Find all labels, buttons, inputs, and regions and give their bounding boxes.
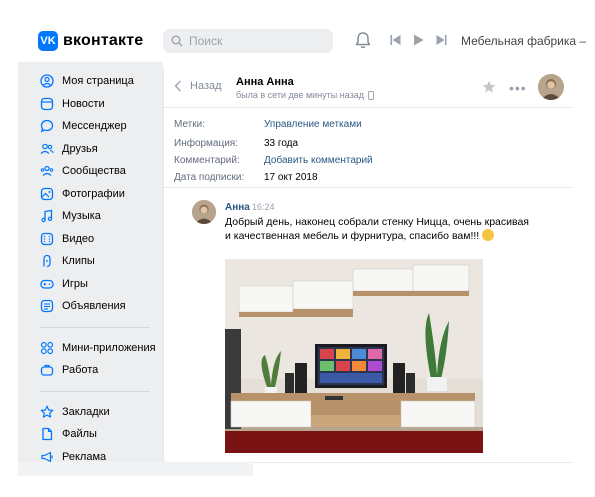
sidebar-item-clips[interactable]: Клипы [18,250,163,273]
message-author[interactable]: Анна [225,202,250,213]
sidebar-item-photos[interactable]: Фотографии [18,183,163,206]
play-icon[interactable] [413,34,424,46]
left-sidebar: Моя страница Новости Мессенджер Друзья С… [18,62,163,463]
back-label: Назад [190,80,222,92]
classifieds-icon [40,300,54,313]
sidebar-item-label: Фотографии [62,187,125,200]
info-row-comment: Комментарий: Добавить комментарий [174,152,573,169]
sidebar-item-bookmarks[interactable]: Закладки [18,401,163,424]
sidebar-item-label: Музыка [62,210,101,223]
sidebar-item-mini-apps[interactable]: Мини-приложения [18,337,163,360]
sidebar-item-work[interactable]: Работа [18,359,163,382]
sidebar-item-label: Реклама [62,450,107,463]
sidebar-item-label: Объявления [62,300,126,313]
more-options-icon[interactable]: ••• [509,80,527,96]
info-value: 33 года [264,138,299,149]
sidebar-item-label: Мессенджер [62,120,127,133]
chat-bubble-icon [40,120,54,133]
info-key: Метки: [174,118,205,130]
favorite-star-icon[interactable] [482,80,496,94]
peer-status: была в сети две минуты назад [236,90,374,100]
sidebar-item-label: Файлы [62,428,97,441]
star-icon [40,405,54,418]
vk-logo-text: вконтакте [63,32,144,49]
sidebar-item-label: Мини-приложения [62,341,156,354]
add-comment-link[interactable]: Добавить комментарий [264,155,373,166]
chat-header: Назад Анна Анна была в сети две минуты н… [164,68,573,108]
sidebar-item-label: Работа [62,364,99,377]
smile-emoji-icon [482,229,495,241]
sidebar-item-label: Моя страница [62,75,134,88]
photo-icon [40,187,54,200]
top-header: VK вконтакте Мебельная фабрика – [0,0,595,62]
communities-icon [40,166,54,177]
back-button[interactable]: Назад [174,80,222,92]
sidebar-item-video[interactable]: Видео [18,228,163,251]
sidebar-item-games[interactable]: Игры [18,273,163,296]
video-icon [40,232,54,245]
vk-logo[interactable]: VK вконтакте [38,31,143,51]
info-row-tags: Метки: Управление метками [174,113,573,135]
sidebar-item-communities[interactable]: Сообщества [18,160,163,183]
peer-name[interactable]: Анна Анна [236,76,294,88]
notifications-bell-icon[interactable] [354,31,372,51]
sidebar-item-label: Друзья [62,142,98,155]
friends-icon [40,143,54,154]
search-icon [171,35,183,47]
music-note-icon [41,209,53,223]
info-key: Дата подписки: [174,172,245,183]
user-circle-icon [40,74,54,88]
file-icon [42,428,53,441]
chevron-left-icon [174,80,181,92]
peer-status-text: была в сети две минуты назад [236,90,364,100]
contact-info: Метки: Управление метками Информация: 33… [164,108,573,188]
sidebar-bottom-strip [18,462,253,476]
sidebar-item-my-page[interactable]: Моя страница [18,70,163,93]
previous-track-icon[interactable] [390,34,401,46]
sidebar-item-label: Видео [62,232,95,245]
search-box[interactable] [163,29,333,53]
sidebar-item-label: Клипы [62,255,95,268]
sidebar-item-label: Игры [62,277,88,290]
sidebar-divider [40,326,150,328]
sidebar-item-friends[interactable]: Друзья [18,138,163,161]
sidebar-item-files[interactable]: Файлы [18,423,163,446]
now-playing-track[interactable]: Мебельная фабрика – [461,34,586,48]
gamepad-icon [40,279,54,289]
audio-player-controls [390,34,447,46]
info-row-about: Информация: 33 года [174,135,573,152]
info-key: Комментарий: [174,155,240,166]
avatar[interactable] [192,200,216,224]
info-key: Информация: [174,138,239,149]
vk-logo-icon: VK [38,31,58,51]
sidebar-divider [40,390,150,392]
avatar[interactable] [538,74,564,100]
apps-icon [40,341,54,354]
message-text: Добрый день, наконец собрали стенку Ницц… [225,215,535,243]
sidebar-item-label: Сообщества [62,165,126,178]
sidebar-item-news[interactable]: Новости [18,93,163,116]
next-track-icon[interactable] [436,34,447,46]
chat-panel: Назад Анна Анна была в сети две минуты н… [163,68,573,462]
work-icon [40,365,54,376]
mobile-phone-icon [368,90,374,100]
news-icon [40,97,54,110]
message-time: 16:24 [252,202,275,212]
sidebar-item-music[interactable]: Музыка [18,205,163,228]
manage-tags-link[interactable]: Управление метками [264,119,362,130]
sidebar-item-messenger[interactable]: Мессенджер [18,115,163,138]
sidebar-item-label: Закладки [62,405,110,418]
search-input[interactable] [189,34,319,48]
sidebar-item-classifieds[interactable]: Объявления [18,295,163,318]
info-row-subscription-date: Дата подписки: 17 окт 2018 [174,169,573,186]
sidebar-item-label: Новости [62,97,105,110]
clips-icon [43,255,51,268]
attached-photo[interactable] [225,259,483,453]
info-value: 17 окт 2018 [264,172,318,183]
